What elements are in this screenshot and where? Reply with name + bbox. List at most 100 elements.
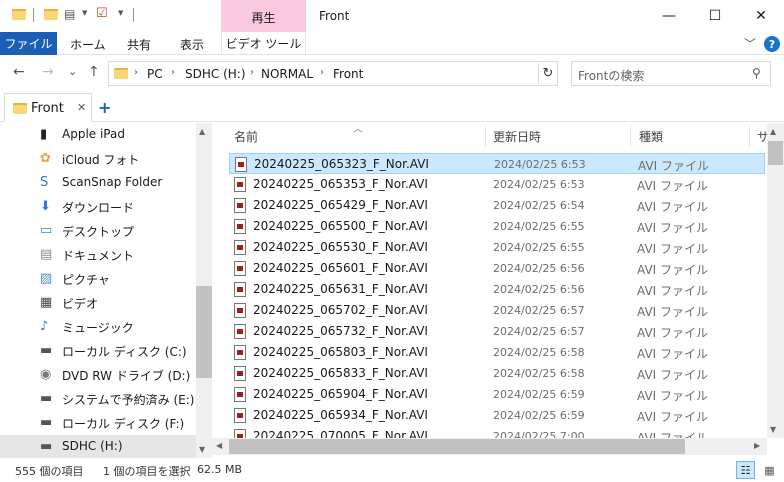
forward-arrow-icon[interactable]: → — [42, 64, 54, 80]
up-arrow-icon[interactable]: ↑ — [88, 64, 100, 80]
file-row[interactable]: 20240225_065530_F_Nor.AVI 2024/02/25 6:55… — [229, 237, 765, 258]
column-name[interactable]: 名前 — [234, 128, 258, 145]
sidebar-item-label: DVD RW ドライブ (D:) — [62, 369, 191, 383]
file-row[interactable]: 20240225_065904_F_Nor.AVI 2024/02/25 6:59… — [229, 384, 765, 405]
large-icons-view-button[interactable]: ▦ — [760, 461, 779, 479]
video-file-icon — [234, 240, 246, 255]
file-row[interactable]: 20240225_065601_F_Nor.AVI 2024/02/25 6:56… — [229, 258, 765, 279]
sidebar-item[interactable]: ▦ ビデオ — [0, 291, 196, 315]
file-row[interactable]: 20240225_065732_F_Nor.AVI 2024/02/25 6:57… — [229, 321, 765, 342]
file-date: 2024/02/25 6:59 — [493, 409, 585, 422]
sidebar-item[interactable]: S ScanSnap Folder — [0, 171, 196, 195]
scroll-right-icon[interactable]: ▶ — [754, 441, 760, 450]
file-row[interactable]: 20240225_065833_F_Nor.AVI 2024/02/25 6:58… — [229, 363, 765, 384]
file-row[interactable]: 20240225_065353_F_Nor.AVI 2024/02/25 6:53… — [229, 174, 765, 195]
file-type: AVI ファイル — [637, 221, 709, 235]
sidebar-item[interactable]: ▬ システムで予約済み (E:) — [0, 387, 196, 411]
file-row[interactable]: 20240225_065803_F_Nor.AVI 2024/02/25 6:58… — [229, 342, 765, 363]
video-file-icon — [234, 177, 246, 192]
horizontal-scrollbar[interactable]: ◀ ▶ — [212, 438, 767, 455]
scroll-left-icon[interactable]: ◀ — [216, 441, 222, 450]
chevron-right-icon[interactable]: › — [320, 67, 324, 78]
details-view-button[interactable]: ☷ — [736, 461, 755, 479]
context-tab-play[interactable]: 再生 — [221, 0, 306, 32]
maximize-button[interactable]: ☐ — [692, 0, 738, 32]
tab-home[interactable]: ホーム — [70, 36, 106, 53]
file-row[interactable]: 20240225_065631_F_Nor.AVI 2024/02/25 6:56… — [229, 279, 765, 300]
file-row[interactable]: 20240225_065429_F_Nor.AVI 2024/02/25 6:54… — [229, 195, 765, 216]
properties-icon[interactable]: ▤ — [64, 7, 75, 21]
sidebar-item[interactable]: ▬ ローカル ディスク (C:) — [0, 339, 196, 363]
tab-share[interactable]: 共有 — [127, 36, 151, 53]
chevron-right-icon[interactable]: › — [250, 67, 254, 78]
scrollbar-thumb[interactable] — [196, 286, 212, 378]
checklist-icon[interactable]: ☑ — [96, 6, 108, 21]
refresh-button[interactable]: ↻ — [538, 63, 557, 84]
tab-file[interactable]: ファイル — [0, 32, 57, 55]
tab-view[interactable]: 表示 — [180, 36, 204, 53]
file-type: AVI ファイル — [637, 263, 709, 277]
sidebar-item[interactable]: ⬇ ダウンロード — [0, 195, 196, 219]
sidebar-item-label: システムで予約済み (E:) — [62, 393, 195, 407]
breadcrumb-pc[interactable]: PC — [147, 67, 163, 81]
file-date: 2024/02/25 6:59 — [493, 388, 585, 401]
sidebar-scrollbar[interactable]: ▲ ▼ — [196, 123, 212, 458]
sidebar-item[interactable]: ▬ ローカル ディスク (F:) — [0, 411, 196, 435]
tab-video-tools[interactable]: ビデオ ツール — [221, 32, 306, 55]
column-header-row: ︿ 名前 更新日時 種類 サ — [212, 123, 769, 148]
tab-front[interactable]: Front ✕ — [4, 93, 92, 122]
sidebar-item[interactable]: ▮ Apple iPad — [0, 123, 196, 147]
scroll-down-icon[interactable]: ▼ — [770, 425, 776, 434]
file-row[interactable]: 20240225_065702_F_Nor.AVI 2024/02/25 6:57… — [229, 300, 765, 321]
sidebar-item[interactable]: ▨ ピクチャ — [0, 267, 196, 291]
address-bar[interactable]: › PC › SDHC (H:) › NORMAL › Front ⌄ — [108, 61, 633, 86]
video-file-icon — [234, 366, 246, 381]
back-arrow-icon[interactable]: ← — [13, 64, 25, 80]
scrollbar-thumb[interactable] — [768, 141, 783, 165]
close-tab-icon[interactable]: ✕ — [77, 101, 86, 114]
file-date: 2024/02/25 6:54 — [493, 199, 585, 212]
recent-locations-icon[interactable]: ⌄ — [68, 65, 77, 78]
close-button[interactable]: ✕ — [738, 0, 784, 32]
sidebar-item[interactable]: ▤ ドキュメント — [0, 243, 196, 267]
sidebar-item[interactable]: ◉ DVD RW ドライブ (D:) — [0, 363, 196, 387]
file-date: 2024/02/25 6:55 — [493, 220, 585, 233]
scroll-up-icon[interactable]: ▲ — [770, 127, 776, 136]
scroll-down-icon[interactable]: ▼ — [199, 445, 205, 454]
column-date-modified[interactable]: 更新日時 — [493, 128, 541, 145]
sidebar-item[interactable]: ▬ SDHC (H:) — [0, 435, 196, 459]
breadcrumb-front[interactable]: Front — [333, 67, 363, 81]
search-input[interactable]: Frontの検索 ⚲ — [571, 61, 771, 86]
folder-icon[interactable] — [44, 9, 58, 20]
chevron-down-icon[interactable]: ▼ — [82, 9, 87, 17]
video-file-icon — [234, 345, 246, 360]
context-tab-label: 再生 — [251, 11, 276, 25]
customize-toolbar-icon[interactable]: ▼ — [118, 9, 123, 17]
breadcrumb-sdhc[interactable]: SDHC (H:) — [185, 67, 246, 81]
file-name: 20240225_065803_F_Nor.AVI — [253, 345, 428, 359]
sidebar-item[interactable]: ✿ iCloud フォト — [0, 147, 196, 171]
file-list: ︿ 名前 更新日時 種類 サ 20240225_065323_F_Nor.AVI… — [212, 123, 784, 458]
new-tab-button[interactable]: + — [98, 98, 111, 117]
minimize-icon: — — [662, 8, 676, 24]
ribbon-expand-icon[interactable]: ﹀ — [744, 35, 756, 52]
help-icon[interactable]: ? — [764, 36, 780, 52]
chevron-right-icon[interactable]: › — [134, 67, 138, 78]
file-row[interactable]: 20240225_065934_F_Nor.AVI 2024/02/25 6:59… — [229, 405, 765, 426]
sidebar-item[interactable]: ▭ デスクトップ — [0, 219, 196, 243]
minimize-button[interactable]: — — [646, 0, 692, 32]
breadcrumb-normal[interactable]: NORMAL — [261, 67, 313, 81]
file-row[interactable]: 20240225_065323_F_Nor.AVI 2024/02/25 6:53… — [229, 153, 765, 174]
scrollbar-thumb[interactable] — [229, 439, 685, 454]
chevron-right-icon[interactable]: › — [171, 67, 175, 78]
column-type[interactable]: 種類 — [639, 128, 663, 145]
file-list-scrollbar[interactable]: ▲ ▼ — [767, 123, 784, 438]
sidebar-item[interactable]: ♪ ミュージック — [0, 315, 196, 339]
file-row[interactable]: 20240225_065500_F_Nor.AVI 2024/02/25 6:55… — [229, 216, 765, 237]
file-name: 20240225_065500_F_Nor.AVI — [253, 219, 428, 233]
file-date: 2024/02/25 6:57 — [493, 304, 585, 317]
divider — [749, 125, 750, 147]
scroll-up-icon[interactable]: ▲ — [199, 127, 205, 136]
file-type: AVI ファイル — [637, 200, 709, 214]
folder-icon — [13, 103, 27, 114]
